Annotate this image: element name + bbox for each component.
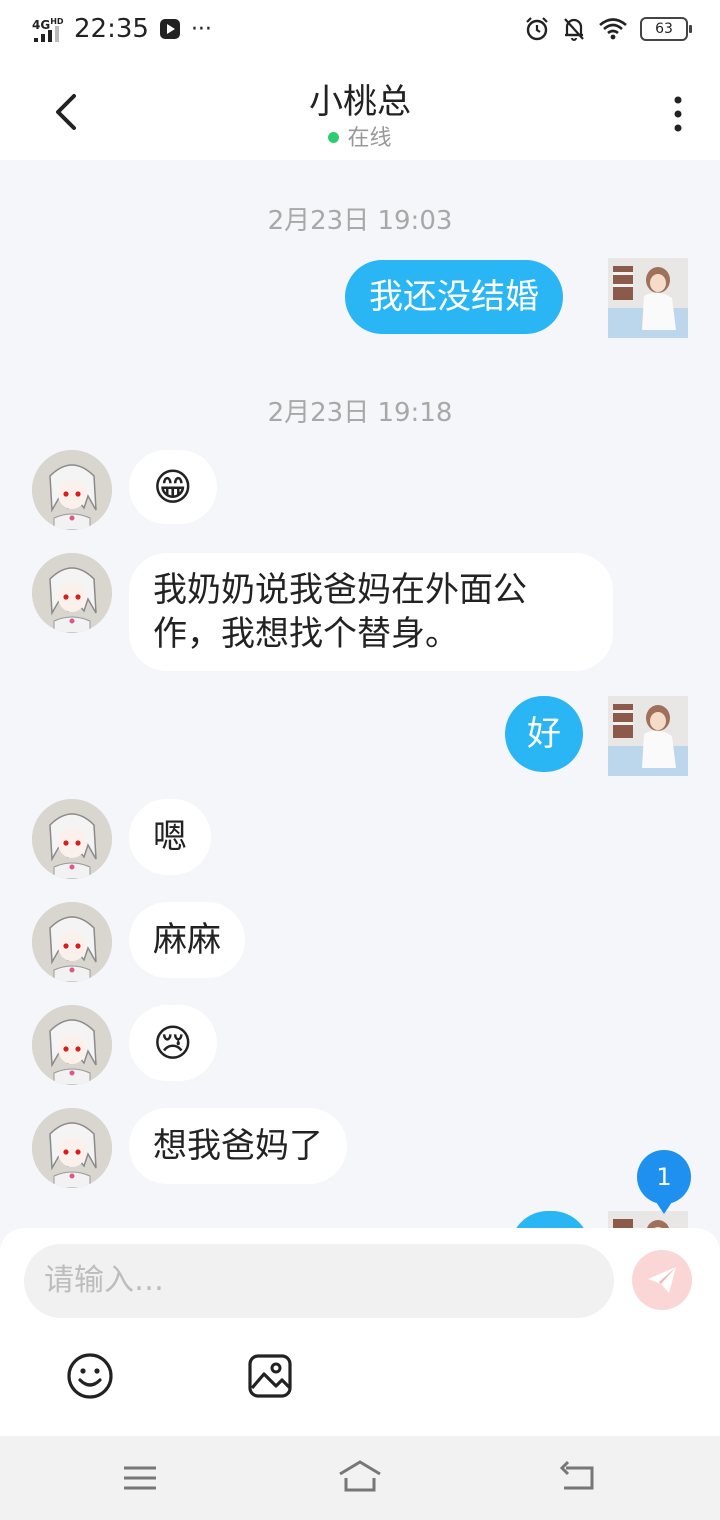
chat-header: 小桃总 在线 [0,64,720,160]
system-navigation-bar [0,1436,720,1520]
message-line: 作，我想找个替身。 [153,614,459,654]
send-button[interactable] [632,1250,692,1310]
home-icon[interactable] [336,1456,384,1500]
contact-avatar[interactable] [32,1108,112,1188]
incoming-message[interactable]: 😁 [129,450,217,524]
more-options-icon[interactable] [670,94,686,134]
my-avatar[interactable] [608,1211,688,1228]
video-notification-icon [159,19,180,39]
clock: 22:35 [74,14,149,44]
send-icon [648,1267,676,1293]
my-avatar[interactable] [608,696,688,776]
contact-avatar[interactable] [32,799,112,879]
contact-avatar[interactable] [32,1005,112,1085]
outgoing-message[interactable]: 好 [505,696,583,772]
mute-bell-icon [564,18,584,41]
online-status: 在线 [0,120,720,152]
contact-name: 小桃总 [309,82,411,122]
incoming-message[interactable]: 麻麻 [129,902,245,978]
outgoing-message[interactable]: 我还没结婚 [345,260,563,334]
chat-area[interactable]: 2月23日 19:03 我还没结婚 2月23日 19:18 😁 我奶奶说我爸妈在… [0,160,720,1228]
wifi-icon [599,18,627,40]
smiley-icon[interactable] [66,1352,114,1400]
contact-avatar[interactable] [32,450,112,530]
more-notifications-icon: ··· [190,16,212,42]
incoming-message[interactable]: 我奶奶说我爸妈在外面公 作，我想找个替身。 [129,553,613,671]
online-dot-icon [328,132,340,143]
alarm-icon [526,17,548,41]
menu-icon[interactable] [118,1456,162,1500]
network-signal-icon: 4GHD [30,14,64,44]
back-nav-icon[interactable] [556,1456,600,1500]
contact-avatar[interactable] [32,902,112,982]
unread-badge[interactable]: 1 [637,1150,691,1214]
timestamp: 2月23日 19:18 [267,398,453,428]
incoming-message[interactable]: 😢 [129,1005,217,1081]
composer [0,1228,720,1436]
outgoing-message-partial[interactable] [510,1211,590,1228]
incoming-message[interactable]: 嗯 [129,799,211,875]
status-bar: 4GHD 22:35 ··· 63 [0,0,720,64]
contact-avatar[interactable] [32,553,112,633]
battery-icon: 63 [640,17,692,41]
message-line: 我奶奶说我爸妈在外面公 [153,570,527,610]
my-avatar[interactable] [608,258,688,338]
incoming-message[interactable]: 想我爸妈了 [129,1108,347,1184]
message-input[interactable] [24,1244,614,1318]
image-icon[interactable] [246,1352,294,1400]
timestamp: 2月23日 19:03 [267,206,453,236]
